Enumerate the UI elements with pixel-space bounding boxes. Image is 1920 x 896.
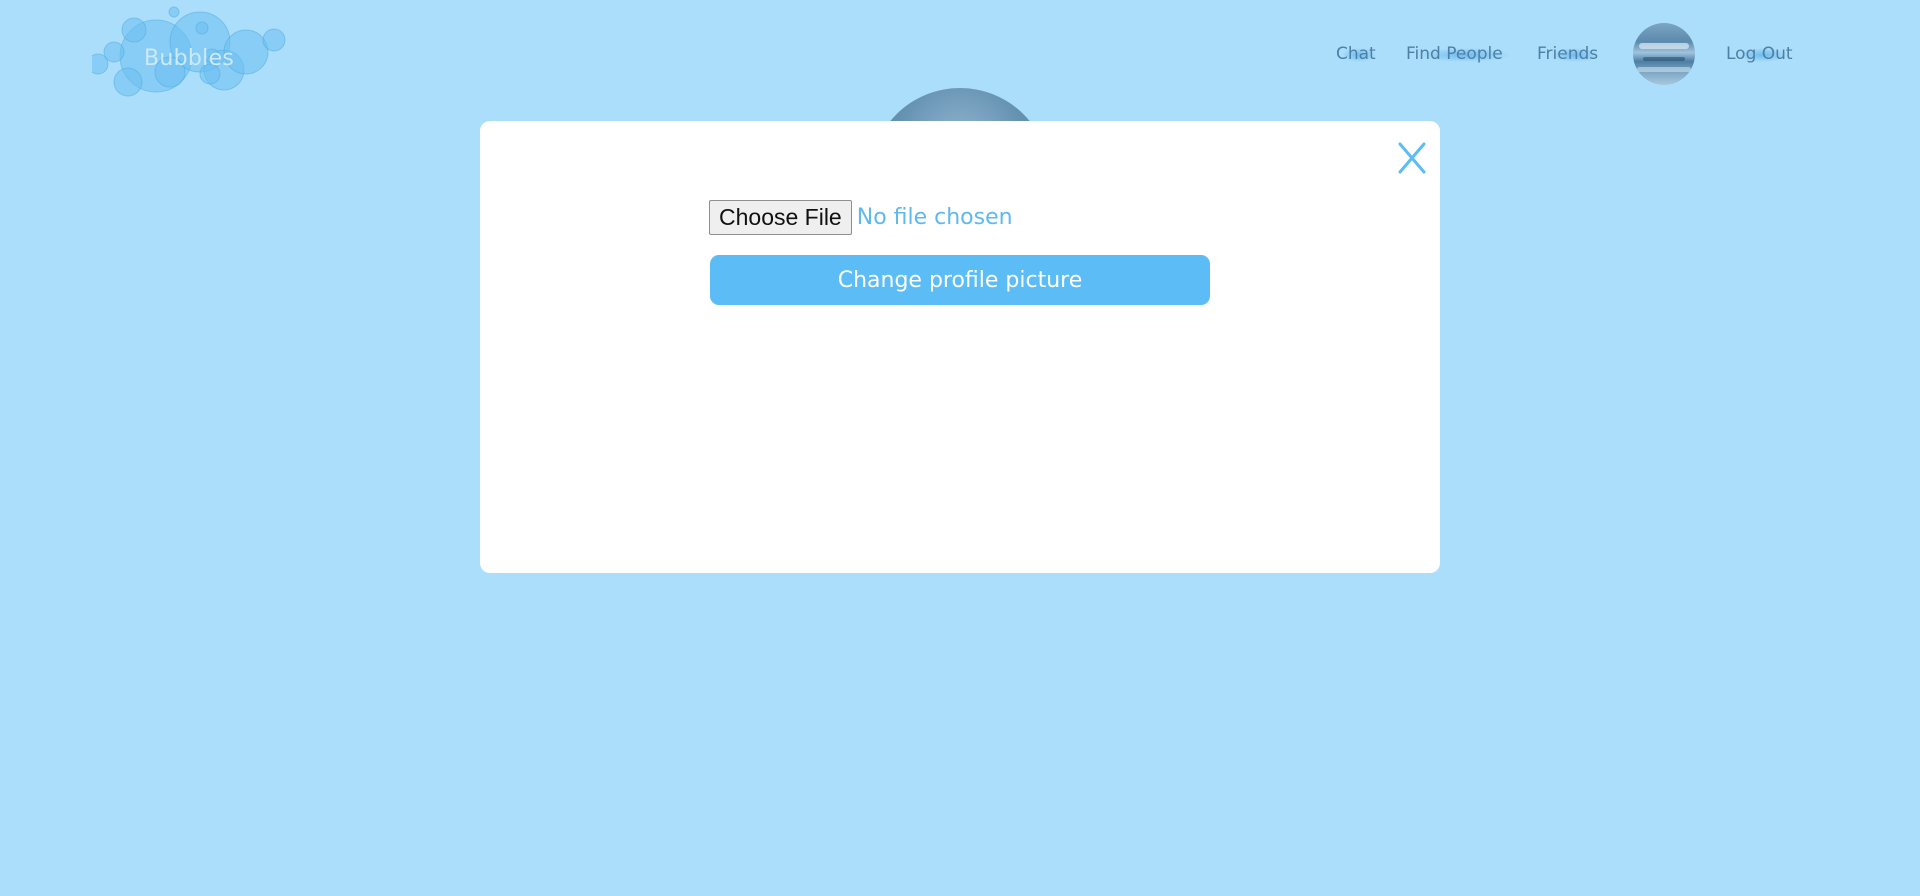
file-input[interactable]: Choose File No file chosen (709, 199, 1013, 235)
main-nav: Chat Find People Friends Log Out (0, 22, 1920, 86)
close-icon (1398, 142, 1426, 174)
avatar-texture (1637, 67, 1691, 72)
nav-friends-link[interactable]: Friends (1537, 22, 1599, 86)
user-avatar[interactable] (1633, 23, 1695, 85)
nav-chat-label: Chat (1336, 44, 1376, 64)
nav-log-out-link[interactable]: Log Out (1726, 22, 1793, 86)
choose-file-button[interactable]: Choose File (709, 199, 852, 235)
nav-chat-link[interactable]: Chat (1336, 22, 1376, 86)
change-profile-picture-button[interactable]: Change profile picture (710, 255, 1210, 305)
nav-log-out-label: Log Out (1726, 44, 1793, 64)
close-modal-button[interactable] (1397, 141, 1427, 175)
nav-friends-label: Friends (1537, 44, 1599, 64)
nav-find-people-link[interactable]: Find People (1406, 22, 1510, 86)
nav-find-people-label: Find People (1406, 44, 1503, 64)
avatar-texture (1643, 57, 1685, 61)
upload-modal: Choose File No file chosen Change profil… (480, 121, 1440, 573)
avatar-texture (1639, 43, 1689, 49)
file-status-text: No file chosen (856, 204, 1013, 230)
